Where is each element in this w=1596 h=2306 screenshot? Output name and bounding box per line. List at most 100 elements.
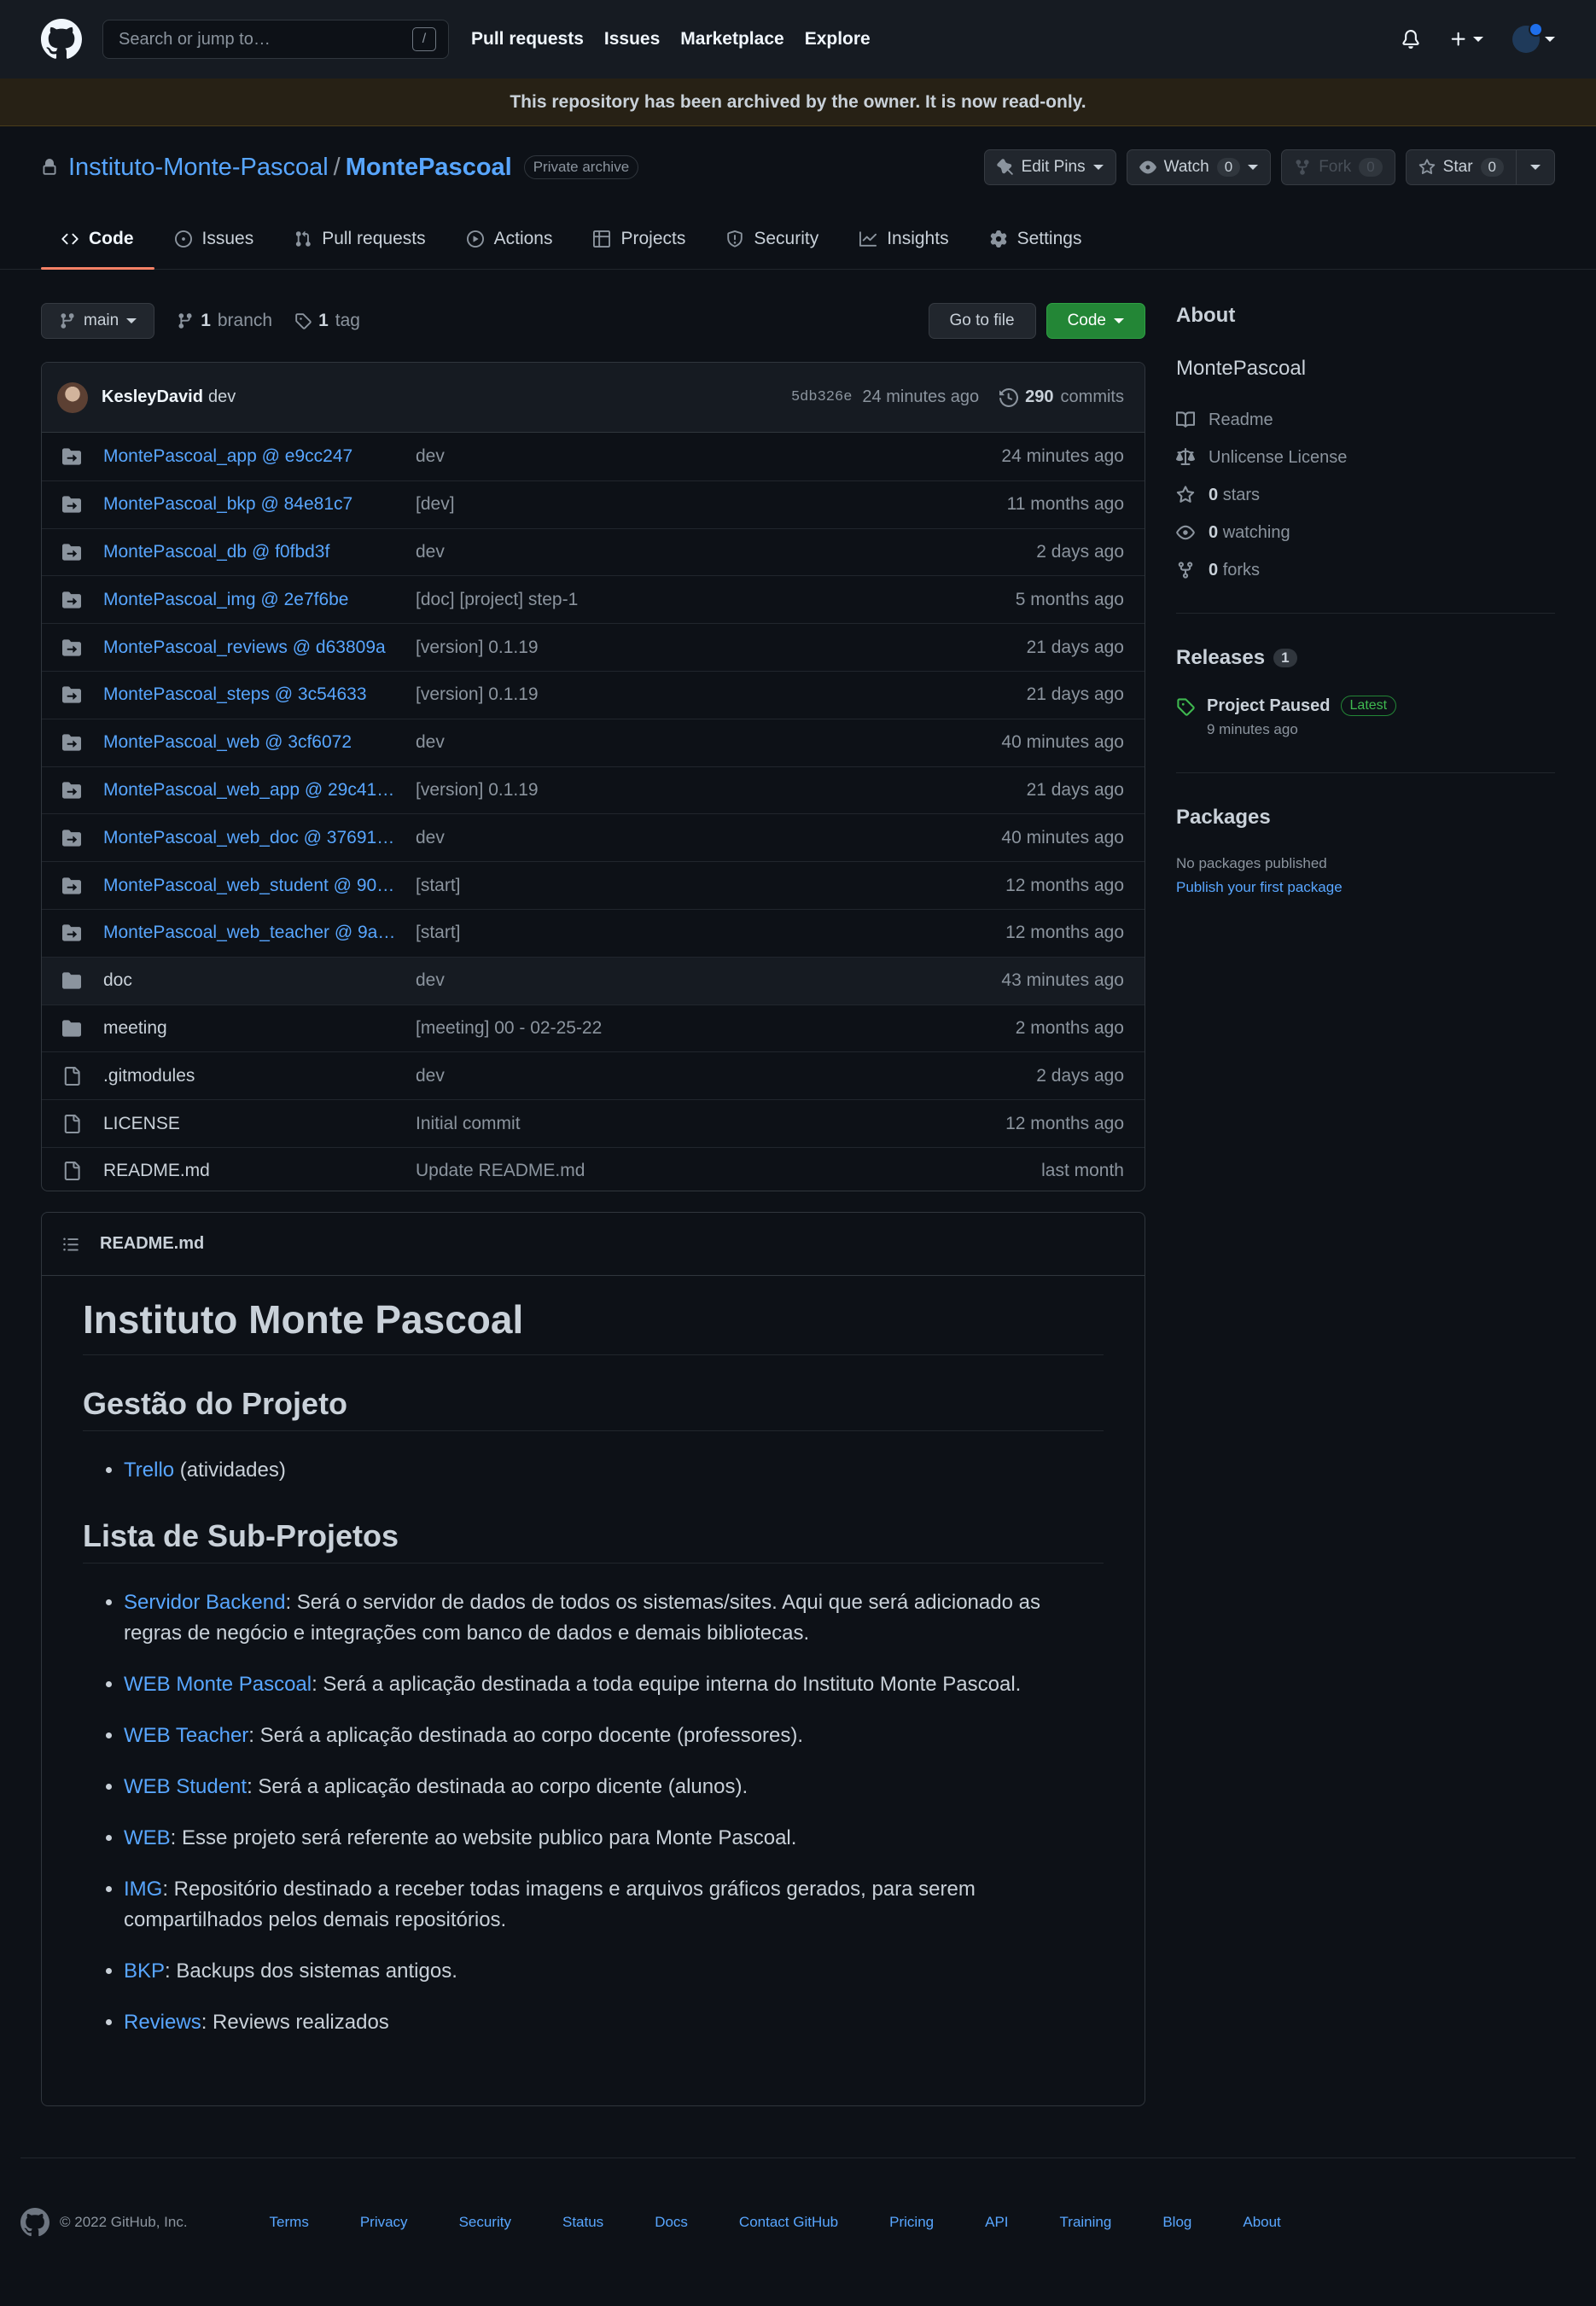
file-commit-message[interactable]: [version] 0.1.19 [416, 780, 1027, 801]
edit-pins-button[interactable]: Edit Pins [983, 149, 1116, 185]
readme-link[interactable]: Servidor Backend [124, 1591, 285, 1614]
table-row[interactable]: MontePascoal_bkp @ 84e81c7 [dev] 11 months… [42, 480, 1145, 528]
file-name-link[interactable]: MontePascoal_web_student @ 90… [103, 876, 416, 896]
latest-release[interactable]: Project Paused Latest 9 minutes ago [1176, 696, 1555, 738]
tab-code[interactable]: Code [41, 208, 154, 270]
tab-issues[interactable]: Issues [154, 208, 275, 269]
file-commit-message[interactable]: [meeting] 00 - 02-25-22 [416, 1018, 1016, 1039]
github-logo-icon[interactable] [20, 2207, 50, 2237]
file-commit-message[interactable]: Initial commit [416, 1114, 1005, 1134]
file-name-link[interactable]: LICENSE [103, 1114, 416, 1134]
table-row[interactable]: MontePascoal_steps @ 3c54633 [version] 0.… [42, 670, 1145, 719]
commit-sha-link[interactable]: 5db326e [791, 389, 852, 405]
commit-history-link[interactable]: 290 commits [999, 387, 1124, 407]
avatar[interactable] [57, 381, 88, 413]
readme-link[interactable]: BKP [124, 1960, 165, 1983]
readme-link[interactable]: WEB Monte Pascoal [124, 1673, 312, 1696]
footer-link-privacy[interactable]: Privacy [360, 2214, 408, 2231]
repo-name-link[interactable]: MontePascoal [346, 154, 512, 182]
footer-link-terms[interactable]: Terms [270, 2214, 309, 2231]
star-list-dropdown[interactable] [1517, 149, 1555, 185]
file-commit-message[interactable]: Update README.md [416, 1161, 1041, 1181]
watch-button[interactable]: Watch 0 [1126, 149, 1272, 185]
file-name-link[interactable]: meeting [103, 1018, 416, 1039]
nav-issues[interactable]: Issues [604, 29, 660, 49]
footer-link-training[interactable]: Training [1060, 2214, 1112, 2231]
readme-link[interactable]: IMG [124, 1878, 162, 1901]
table-row[interactable]: MontePascoal_web_doc @ 37691… dev 40 minut… [42, 813, 1145, 861]
readme-link[interactable]: WEB Teacher [124, 1724, 248, 1747]
table-row[interactable]: MontePascoal_img @ 2e7f6be [doc] [project… [42, 575, 1145, 623]
readme-link[interactable]: Trello [124, 1459, 174, 1482]
table-row[interactable]: README.md Update README.md last month [42, 1146, 1145, 1191]
file-commit-message[interactable]: dev [416, 970, 1001, 991]
file-commit-message[interactable]: dev [416, 732, 1001, 753]
file-commit-message[interactable]: dev [416, 446, 1001, 467]
table-row[interactable]: doc dev 43 minutes ago [42, 956, 1145, 1005]
footer-link-pricing[interactable]: Pricing [889, 2214, 934, 2231]
tab-insights[interactable]: Insights [839, 208, 969, 269]
file-name-link[interactable]: MontePascoal_web_app @ 29c41… [103, 780, 416, 801]
branch-select-button[interactable]: main [41, 303, 155, 339]
watchers-link[interactable]: 0 watching [1176, 514, 1555, 551]
table-row[interactable]: .gitmodules dev 2 days ago [42, 1051, 1145, 1099]
tab-settings[interactable]: Settings [970, 208, 1103, 269]
footer-link-docs[interactable]: Docs [655, 2214, 688, 2231]
file-name-link[interactable]: README.md [103, 1161, 416, 1181]
table-row[interactable]: MontePascoal_app @ e9cc247 dev 24 minutes … [42, 433, 1145, 480]
create-new-plus-icon[interactable] [1449, 30, 1483, 49]
file-commit-message[interactable]: dev [416, 828, 1001, 848]
readme-link[interactable]: WEB [124, 1826, 171, 1849]
commit-message-link[interactable]: dev [208, 387, 236, 407]
publish-package-link[interactable]: Publish your first package [1176, 879, 1555, 896]
tab-pull-requests[interactable]: Pull requests [274, 208, 446, 269]
footer-link-contact-github[interactable]: Contact GitHub [739, 2214, 838, 2231]
table-row[interactable]: MontePascoal_web_app @ 29c41… [version] 0… [42, 766, 1145, 814]
github-logo-icon[interactable] [41, 19, 82, 60]
footer-link-api[interactable]: API [985, 2214, 1008, 2231]
nav-pull-requests[interactable]: Pull requests [471, 29, 584, 49]
file-commit-message[interactable]: [version] 0.1.19 [416, 638, 1027, 658]
tab-security[interactable]: Security [706, 208, 839, 269]
license-link[interactable]: Unlicense License [1176, 439, 1555, 476]
star-button[interactable]: Star 0 [1405, 149, 1517, 185]
go-to-file-button[interactable]: Go to file [928, 303, 1036, 339]
fork-button[interactable]: Fork 0 [1281, 149, 1395, 185]
readme-link[interactable]: Readme [1176, 401, 1555, 439]
file-name-link[interactable]: MontePascoal_reviews @ d63809a [103, 638, 416, 658]
table-row[interactable]: meeting [meeting] 00 - 02-25-22 2 months a… [42, 1004, 1145, 1052]
file-name-link[interactable]: MontePascoal_web_doc @ 37691… [103, 828, 416, 848]
table-row[interactable]: MontePascoal_db @ f0fbd3f dev 2 days ago [42, 527, 1145, 576]
stars-link[interactable]: 0 stars [1176, 476, 1555, 514]
releases-heading[interactable]: Releases 1 [1176, 646, 1555, 670]
nav-explore[interactable]: Explore [805, 29, 871, 49]
file-commit-message[interactable]: [start] [416, 923, 1005, 943]
forks-link[interactable]: 0 forks [1176, 551, 1555, 589]
notifications-bell-icon[interactable] [1401, 30, 1420, 49]
tab-actions[interactable]: Actions [446, 208, 574, 269]
file-name-link[interactable]: MontePascoal_bkp @ 84e81c7 [103, 494, 416, 515]
file-commit-message[interactable]: [doc] [project] step-1 [416, 590, 1016, 610]
file-commit-message[interactable]: dev [416, 542, 1036, 562]
footer-link-security[interactable]: Security [459, 2214, 511, 2231]
file-commit-message[interactable]: [dev] [416, 494, 1007, 515]
readme-link[interactable]: WEB Student [124, 1775, 247, 1798]
list-unordered-icon[interactable] [62, 1236, 79, 1253]
code-download-button[interactable]: Code [1046, 303, 1145, 339]
file-name-link[interactable]: MontePascoal_img @ 2e7f6be [103, 590, 416, 610]
file-name-link[interactable]: MontePascoal_web @ 3cf6072 [103, 732, 416, 753]
user-menu[interactable] [1512, 22, 1555, 53]
footer-link-status[interactable]: Status [562, 2214, 603, 2231]
nav-marketplace[interactable]: Marketplace [680, 29, 783, 49]
table-row[interactable]: MontePascoal_web_teacher @ 9a… [start] 12 … [42, 908, 1145, 957]
readme-filename[interactable]: README.md [100, 1234, 204, 1254]
file-name-link[interactable]: doc [103, 970, 416, 991]
readme-link[interactable]: Reviews [124, 2011, 201, 2034]
table-row[interactable]: LICENSE Initial commit 12 months ago [42, 1099, 1145, 1147]
file-name-link[interactable]: MontePascoal_db @ f0fbd3f [103, 542, 416, 562]
packages-heading[interactable]: Packages [1176, 806, 1555, 830]
table-row[interactable]: MontePascoal_web @ 3cf6072 dev 40 minutes … [42, 718, 1145, 766]
commit-author-link[interactable]: KesleyDavid [102, 387, 203, 407]
file-name-link[interactable]: MontePascoal_web_teacher @ 9a… [103, 923, 416, 943]
footer-link-blog[interactable]: Blog [1162, 2214, 1191, 2231]
